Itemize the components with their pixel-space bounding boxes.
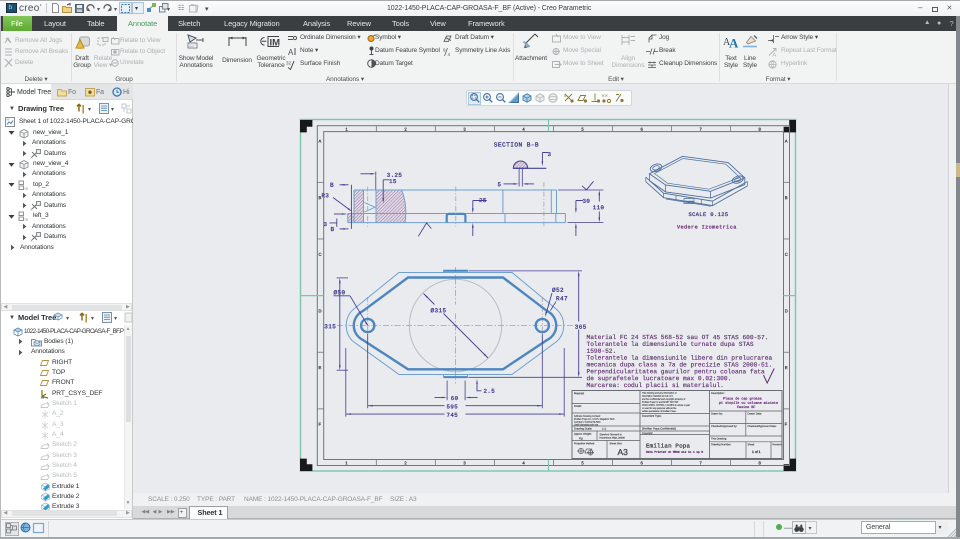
svg-text:Emilian Popa Inc. Unit 5, Mega: Emilian Popa Inc. Unit 5, Megabox Tech (574, 418, 615, 421)
svg-text:745: 745 (446, 412, 458, 419)
svg-text:R47: R47 (556, 295, 568, 302)
svg-text:Drawn Date:: Drawn Date: (747, 413, 762, 416)
svg-text:Fasina BF: Fasina BF (737, 405, 755, 410)
svg-text:D: D (785, 308, 788, 313)
svg-text:Drawing Scale:: Drawing Scale: (574, 428, 592, 431)
svg-text:Copyright:: Copyright: (642, 432, 653, 435)
svg-text:Document Type:: Document Type: (642, 415, 662, 418)
svg-text:descriptive material set out o: descriptive material set out on it (642, 395, 673, 398)
svg-text:R3: R3 (321, 192, 329, 199)
svg-text:B: B (330, 226, 334, 233)
svg-text:315: 315 (324, 323, 336, 330)
svg-text:5: 5 (497, 181, 501, 188)
svg-text:F: F (318, 422, 321, 427)
svg-text:This drawing and any informati: This drawing and any information or (642, 392, 677, 395)
svg-text:Kg: Kg (579, 436, 583, 440)
svg-text:Material:: Material: (574, 392, 585, 395)
svg-text:Revision:: Revision: (772, 443, 782, 446)
svg-text:m: m (25, 217, 29, 222)
svg-text:Hazardous Mfgs, 30000: Hazardous Mfgs, 30000 (599, 437, 625, 440)
svg-text:Ø52: Ø52 (552, 287, 564, 294)
svg-text:595: 595 (446, 403, 458, 410)
svg-text:Vedere Izometrica: Vedere Izometrica (677, 225, 737, 231)
svg-text:365: 365 (575, 324, 587, 331)
svg-text:Data Printed on MSDN A12 in 1: Data Printed on MSDN A12 in 1 xp M (646, 450, 703, 454)
svg-text:Address Drawing Contact:: Address Drawing Contact: (574, 415, 601, 418)
svg-text:or used for any purpose withou: or used for any purpose without the (642, 407, 677, 410)
svg-text:4: 4 (448, 52, 451, 57)
svg-text:2.5: 2.5 (483, 388, 495, 395)
svg-text:Sheet Size:: Sheet Size: (609, 442, 622, 445)
svg-text:C: C (318, 252, 321, 257)
svg-text:B: B (330, 182, 334, 189)
svg-text:9: 9 (443, 48, 446, 53)
svg-text:A: A (729, 36, 739, 51)
svg-text:(Emilian Popa Confidential): (Emilian Popa Confidential) (642, 427, 676, 431)
svg-text:Projection Method:: Projection Method: (574, 442, 595, 445)
svg-text:x: x (31, 206, 33, 211)
svg-text:F: F (785, 422, 788, 427)
svg-text:Ø315: Ø315 (430, 307, 446, 314)
svg-text:are the confidential and copyr: are the confidential and copyright prope… (642, 398, 686, 401)
svg-text:Drawn by:: Drawn by: (711, 413, 723, 416)
svg-text:C: C (785, 252, 788, 257)
svg-text:Marcarea: codul placii si mate: Marcarea: codul placii si materialul. (586, 382, 723, 389)
svg-text:SECTION B-B: SECTION B-B (494, 142, 539, 149)
svg-text:Finish:: Finish: (574, 405, 582, 408)
svg-text:Placa de cap groasa: Placa de cap groasa (723, 397, 762, 402)
svg-text:Emilian Popa: Emilian Popa (646, 443, 690, 450)
svg-text:x: x (31, 238, 33, 243)
svg-text:This Drawing:: This Drawing: (711, 438, 727, 441)
svg-text:××: ×× (601, 94, 607, 100)
svg-text:A: A (785, 139, 788, 144)
svg-text:E: E (785, 365, 788, 370)
svg-text:Campus 2 Central St,New: Campus 2 Central St,New (574, 421, 601, 424)
svg-text:110: 110 (593, 204, 605, 211)
svg-text:Checked/Approved by:: Checked/Approved by: (711, 425, 738, 428)
svg-text:3: 3 (323, 221, 327, 228)
svg-text:1:1: 1:1 (602, 427, 607, 431)
svg-text:A: A (773, 53, 777, 59)
svg-text:Lield Olanycity,moir van.: Lield Olanycity,moir van. (574, 424, 599, 427)
svg-text:3: 3 (547, 151, 551, 158)
svg-text:Checked/Approved Date:: Checked/Approved Date: (747, 425, 776, 428)
svg-text:SCALE 0.125: SCALE 0.125 (688, 212, 728, 218)
svg-text:x: x (31, 154, 33, 159)
svg-text:A: A (318, 139, 321, 144)
svg-text:D: D (318, 308, 321, 313)
svg-text:15: 15 (389, 178, 397, 185)
svg-text:30: 30 (582, 198, 590, 205)
svg-text:60: 60 (451, 395, 459, 402)
svg-text:32: 32 (286, 61, 292, 66)
svg-text:E: E (318, 365, 321, 370)
svg-text:Emilian Popa Inc and MUST NOT: Emilian Popa Inc and MUST NOT BE (642, 401, 679, 404)
svg-text:Drawing Number:: Drawing Number: (711, 443, 731, 446)
svg-text:Sheet:: Sheet: (747, 443, 755, 446)
svg-text:Description:: Description: (711, 392, 725, 395)
svg-text:DISCLOSED, COPIED, LOANED in w: DISCLOSED, COPIED, LOANED in whole or pa… (642, 404, 690, 407)
svg-text:Approx Weight:: Approx Weight: (574, 433, 592, 436)
svg-text:B: B (785, 195, 788, 200)
svg-text:A3: A3 (617, 447, 628, 457)
svg-text:written permission of Emilian: written permission of Emilian Popa . (642, 410, 677, 413)
svg-text:1 of 1: 1 of 1 (752, 450, 761, 454)
svg-text:A: A (288, 48, 294, 57)
svg-text:m: m (25, 186, 29, 191)
